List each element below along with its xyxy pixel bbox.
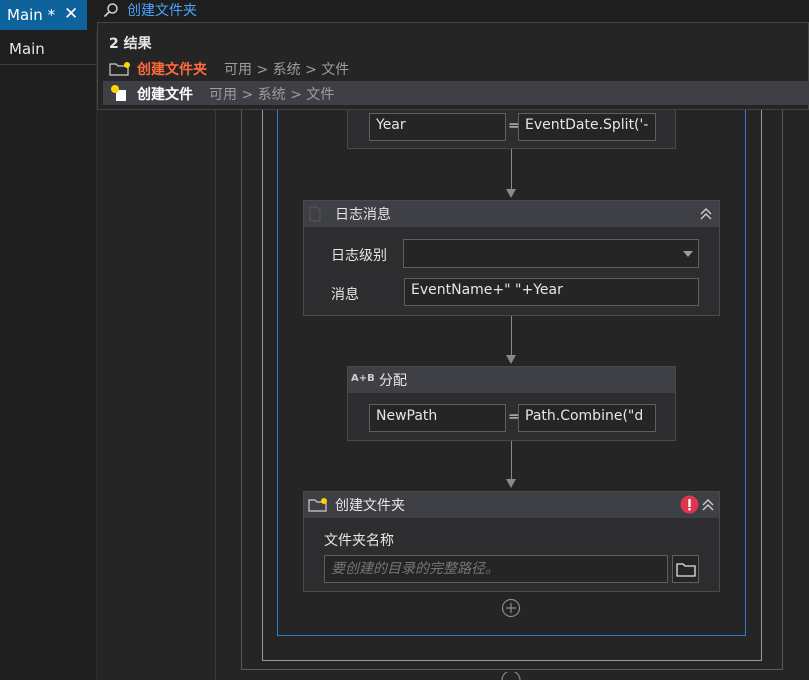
create-file-icon [111, 85, 126, 101]
result-path: 可用 > 系统 > 文件 [209, 87, 335, 103]
panel-title: Main [9, 40, 45, 58]
assign-to-field[interactable]: Year [369, 113, 506, 141]
log-icon [309, 206, 321, 222]
panel-divider [0, 64, 97, 65]
activity-header[interactable]: A+B 分配 [348, 367, 675, 393]
assign-to-field[interactable]: NewPath [369, 404, 506, 432]
result-item[interactable]: 创建文件夹 可用 > 系统 > 文件 [103, 57, 803, 79]
collapse-icon[interactable] [699, 207, 713, 221]
assign-activity-1[interactable]: Year = EventDate.Split('- [347, 104, 676, 149]
activity-title: 分配 [379, 373, 407, 389]
create-folder-activity[interactable]: 创建文件夹 文件夹名称 [303, 491, 720, 592]
log-level-label: 日志级别 [331, 248, 387, 264]
add-activity-icon[interactable] [501, 672, 521, 680]
browse-folder-button[interactable] [672, 555, 699, 583]
assign-activity-2[interactable]: A+B 分配 NewPath = Path.Combine("d [347, 366, 676, 441]
folder-open-icon [676, 563, 696, 577]
assign-value-field[interactable]: Path.Combine("d [518, 404, 656, 432]
result-name: 创建文件夹 [137, 62, 207, 78]
result-name: 创建文件 [137, 87, 193, 103]
result-item-selected[interactable]: 创建文件 可用 > 系统 > 文件 [103, 81, 809, 105]
connector-line [511, 149, 512, 190]
create-folder-icon [109, 62, 130, 76]
connector-line [511, 441, 512, 480]
folder-name-label: 文件夹名称 [324, 533, 394, 549]
canvas-divider [215, 30, 216, 680]
search-bar[interactable] [97, 0, 809, 22]
activity-header[interactable]: 日志消息 [304, 201, 719, 227]
search-input[interactable]: 创建文件夹 [127, 0, 197, 20]
activity-title: 创建文件夹 [335, 498, 405, 514]
connector-arrow [506, 355, 516, 364]
folder-path-input[interactable] [324, 555, 668, 583]
error-icon[interactable] [680, 495, 699, 514]
activity-header[interactable]: 创建文件夹 [304, 492, 719, 518]
log-level-dropdown[interactable] [403, 239, 699, 268]
folder-icon [308, 498, 327, 512]
connector-arrow [506, 479, 516, 488]
chevron-down-icon [683, 251, 693, 257]
message-label: 消息 [331, 287, 359, 303]
log-message-activity[interactable]: 日志消息 日志级别 消息 EventName+" "+Year [303, 200, 720, 316]
assign-value-field[interactable]: EventDate.Split('- [518, 113, 656, 141]
assign-icon: A+B [351, 373, 375, 384]
result-path: 可用 > 系统 > 文件 [224, 62, 350, 78]
close-icon[interactable]: ✕ [64, 4, 78, 24]
collapse-icon[interactable] [701, 498, 715, 512]
connector-arrow [506, 189, 516, 198]
activity-title: 日志消息 [335, 207, 391, 223]
result-count: 2 结果 [109, 36, 152, 52]
tab-label: Main * [7, 6, 56, 24]
search-icon [103, 3, 118, 18]
message-field[interactable]: EventName+" "+Year [404, 278, 699, 306]
left-panel [0, 30, 97, 680]
tab-main[interactable]: Main * ✕ [0, 0, 87, 30]
add-activity-icon[interactable] [501, 598, 521, 618]
connector-line [511, 316, 512, 356]
